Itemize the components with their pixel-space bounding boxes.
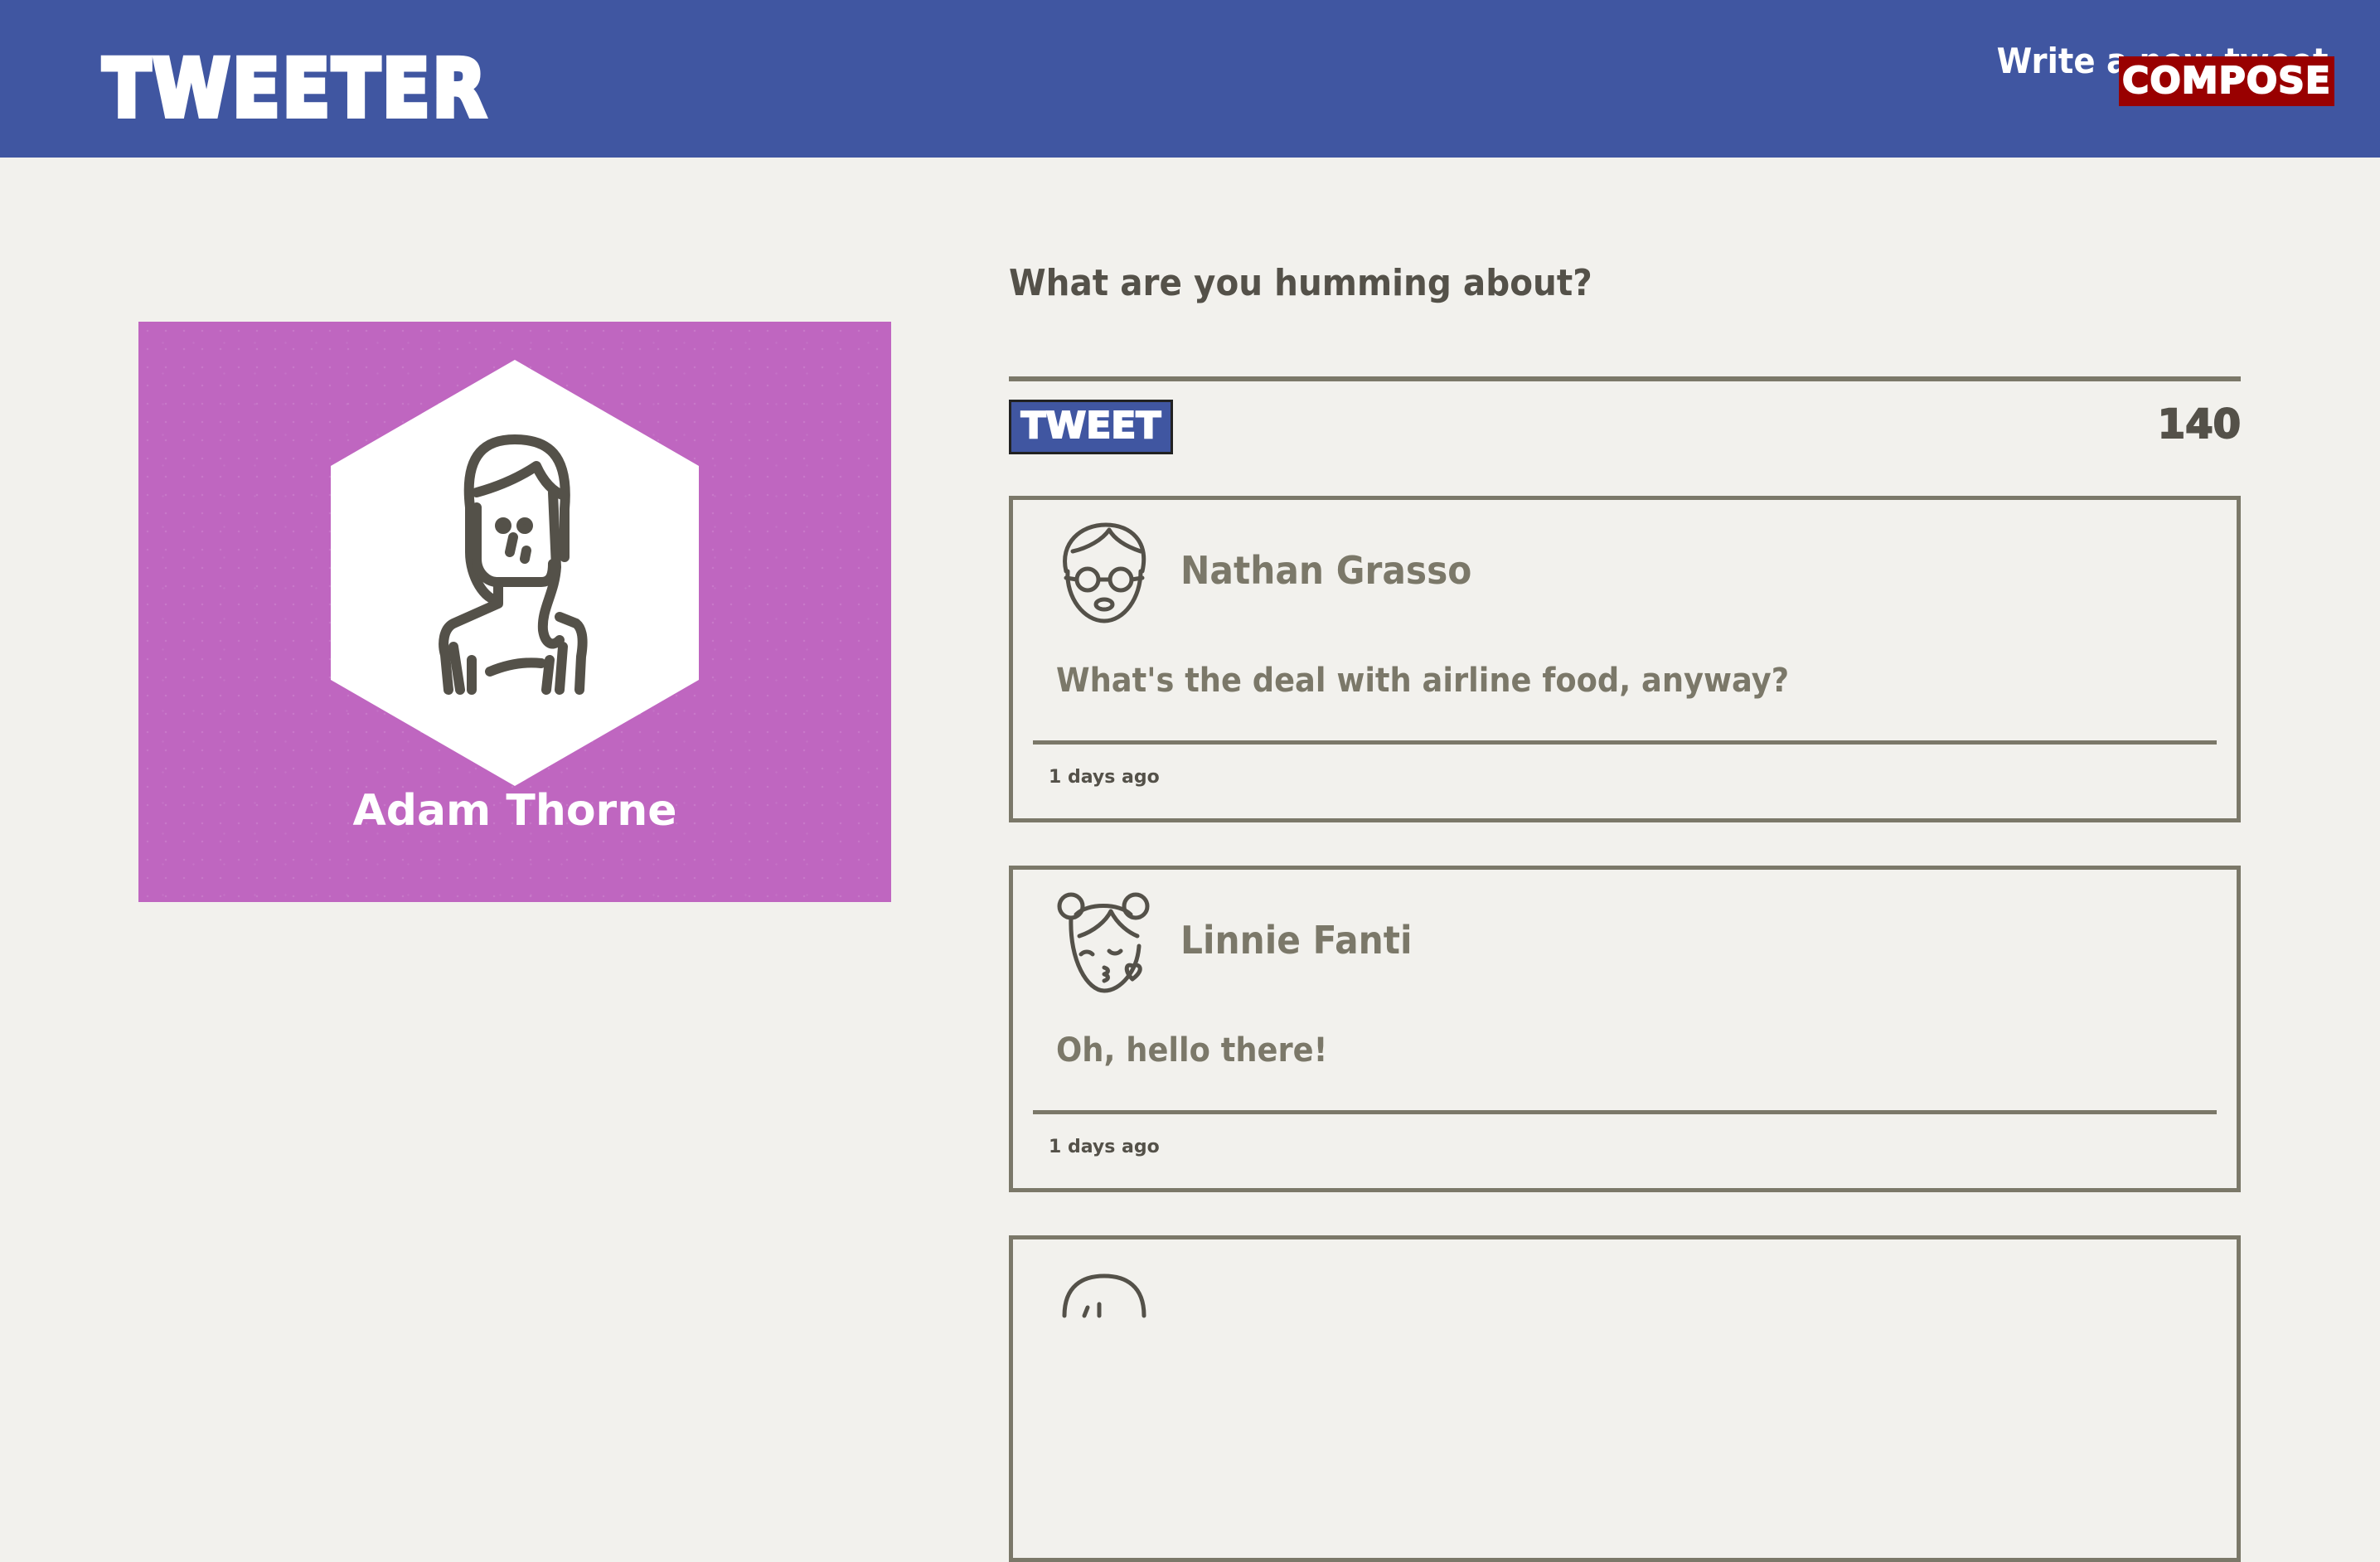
girl-kiss-avatar-icon <box>1057 892 1150 993</box>
new-tweet-form: What are you humming about? TWEET 140 <box>1009 249 2242 454</box>
top-navbar: TWEETER Write a new tweet COMPOSE <box>0 0 2380 158</box>
tweet-divider <box>1033 1110 2217 1114</box>
tweet-author: Nathan Grasso <box>1180 548 1472 593</box>
man-glasses-avatar-icon <box>1063 522 1146 623</box>
compose-button[interactable]: COMPOSE <box>2119 56 2334 106</box>
app-logo[interactable]: TWEETER <box>100 41 488 137</box>
partial-avatar-icon <box>1062 1273 1146 1318</box>
character-counter: 140 <box>2157 400 2242 449</box>
profile-card: Adam Thorne <box>138 322 891 902</box>
tweet-card: Nathan Grasso What's the deal with airli… <box>1009 496 2241 822</box>
tweet-card <box>1009 1235 2241 1562</box>
avatar-hexagon <box>331 360 699 786</box>
profile-name: Adam Thorne <box>352 786 677 836</box>
tweet-text: What's the deal with airline food, anywa… <box>1056 662 1790 700</box>
tweet-timestamp: 1 days ago <box>1049 767 1160 788</box>
tweet-submit-button[interactable]: TWEET <box>1009 400 1173 454</box>
tweet-input-underline <box>1009 376 2241 381</box>
tweet-author: Linnie Fanti <box>1180 918 1413 963</box>
tweet-divider <box>1033 740 2217 745</box>
tweet-card: Linnie Fanti Oh, hello there! 1 days ago <box>1009 866 2241 1192</box>
tweet-timestamp: 1 days ago <box>1049 1137 1160 1157</box>
tweet-input-prompt[interactable]: What are you humming about? <box>1009 249 2142 318</box>
tweet-text: Oh, hello there! <box>1056 1031 1328 1070</box>
